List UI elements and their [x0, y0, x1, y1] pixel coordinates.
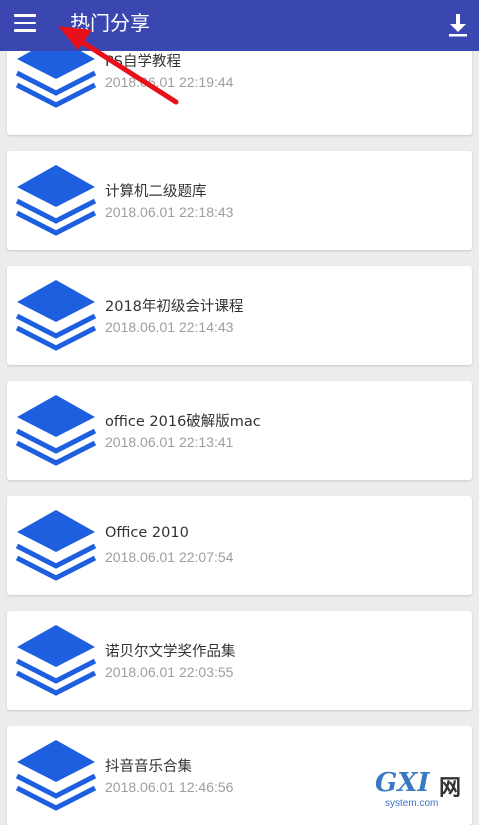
item-name: 诺贝尔文学奖作品集 — [105, 644, 236, 660]
layers-stack-icon — [15, 625, 97, 696]
watermark-logo: GXI — [375, 768, 430, 798]
watermark: GXI 网 system.com — [375, 768, 473, 812]
layers-stack-icon — [15, 165, 97, 236]
item-time: 2018.06.01 22:14:43 — [105, 319, 234, 335]
list-item[interactable]: 诺贝尔文学奖作品集 2018.06.01 22:03:55 — [7, 611, 472, 710]
app-bar: 热门分享 — [0, 0, 479, 51]
item-time: 2018.06.01 22:07:54 — [105, 549, 234, 565]
page-title: 热门分享 — [70, 11, 150, 35]
list-item[interactable]: Office 2010 2018.06.01 22:07:54 — [7, 496, 472, 595]
download-icon[interactable] — [447, 12, 469, 38]
watermark-sub: system.com — [385, 798, 439, 809]
item-time: 2018.06.01 22:13:41 — [105, 434, 234, 450]
list-item[interactable]: 计算机二级题库 2018.06.01 22:18:43 — [7, 151, 472, 250]
item-name: 2018年初级会计课程 — [105, 299, 244, 315]
item-time: 2018.06.01 22:18:43 — [105, 204, 234, 220]
layers-stack-icon — [15, 740, 97, 811]
list-item[interactable]: 2018年初级会计课程 2018.06.01 22:14:43 — [7, 266, 472, 365]
layers-stack-icon — [15, 280, 97, 351]
item-name: Office 2010 — [105, 525, 189, 541]
layers-stack-icon — [15, 510, 97, 581]
item-time: 2018.06.01 22:03:55 — [105, 664, 234, 680]
item-name: 抖音音乐合集 — [105, 759, 192, 775]
layers-stack-icon — [15, 395, 97, 466]
item-time: 2018.06.01 22:19:44 — [105, 74, 234, 90]
item-time: 2018.06.01 12:46:56 — [105, 779, 234, 795]
list-item[interactable]: office 2016破解版mac 2018.06.01 22:13:41 — [7, 381, 472, 480]
item-name: office 2016破解版mac — [105, 414, 261, 430]
item-name: 计算机二级题库 — [105, 184, 207, 200]
hamburger-menu-icon[interactable] — [14, 14, 36, 34]
item-name: PS自学教程 — [105, 54, 181, 70]
watermark-cn: 网 — [439, 776, 462, 801]
